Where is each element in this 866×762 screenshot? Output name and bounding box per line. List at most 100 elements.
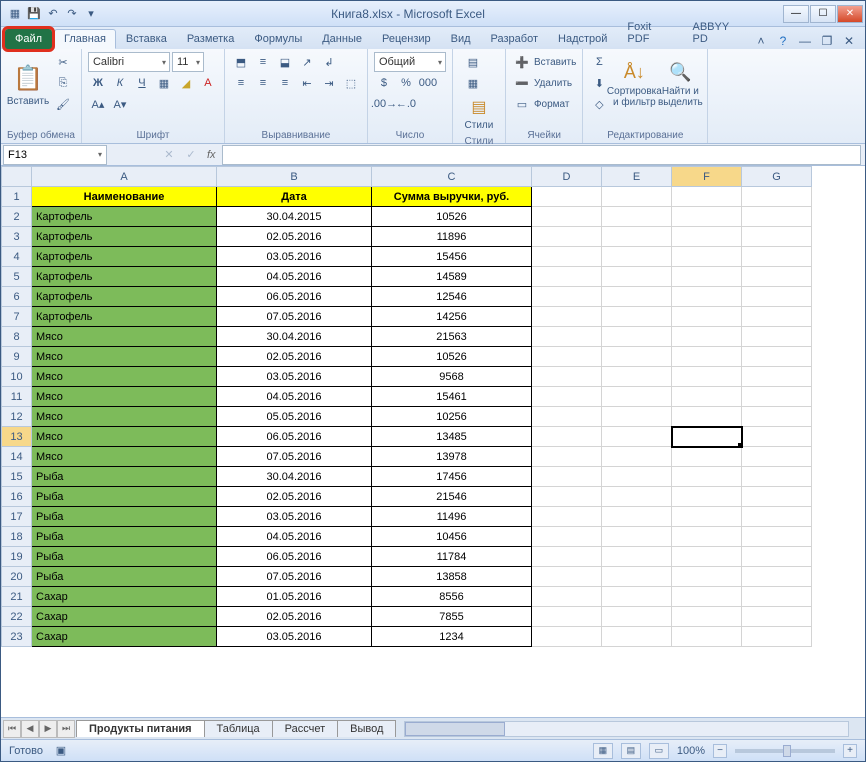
- cell[interactable]: [742, 287, 812, 307]
- cell[interactable]: 11896: [372, 227, 532, 247]
- cell[interactable]: [672, 487, 742, 507]
- row-header[interactable]: 2: [2, 207, 32, 227]
- cell[interactable]: Картофель: [32, 227, 217, 247]
- cell[interactable]: 12546: [372, 287, 532, 307]
- row-header[interactable]: 9: [2, 347, 32, 367]
- cell[interactable]: [742, 387, 812, 407]
- row-header[interactable]: 3: [2, 227, 32, 247]
- cell[interactable]: [532, 587, 602, 607]
- cell[interactable]: [672, 587, 742, 607]
- tab-review[interactable]: Рецензир: [372, 29, 441, 49]
- tab-layout[interactable]: Разметка: [177, 29, 245, 49]
- zoom-slider[interactable]: [735, 749, 835, 753]
- align-center-icon[interactable]: ≡: [253, 73, 273, 93]
- tab-foxit[interactable]: Foxit PDF: [617, 17, 682, 49]
- group-font[interactable]: Шрифт: [88, 128, 218, 141]
- cell[interactable]: [672, 287, 742, 307]
- insert-cells-label[interactable]: Вставить: [534, 57, 576, 68]
- cell[interactable]: [672, 387, 742, 407]
- cell[interactable]: [532, 307, 602, 327]
- cell[interactable]: 10526: [372, 207, 532, 227]
- mdi-close-icon[interactable]: ✕: [841, 33, 857, 49]
- underline-icon[interactable]: Ч: [132, 73, 152, 93]
- cell[interactable]: 7855: [372, 607, 532, 627]
- cell[interactable]: 30.04.2016: [217, 327, 372, 347]
- group-align[interactable]: Выравнивание: [231, 128, 361, 141]
- cell[interactable]: [672, 267, 742, 287]
- font-size-combo[interactable]: 11: [172, 52, 204, 72]
- group-number[interactable]: Число: [374, 128, 446, 141]
- cell[interactable]: [672, 447, 742, 467]
- cell[interactable]: Рыба: [32, 487, 217, 507]
- wrap-text-icon[interactable]: ↲: [319, 52, 339, 72]
- cell[interactable]: [672, 207, 742, 227]
- ribbon-min-icon[interactable]: ˄: [753, 33, 769, 49]
- nav-first-icon[interactable]: ⏮: [3, 720, 21, 738]
- maximize-button[interactable]: ☐: [810, 5, 836, 23]
- cell[interactable]: [602, 547, 672, 567]
- cell[interactable]: Мясо: [32, 367, 217, 387]
- format-cells-icon[interactable]: ▭: [512, 94, 532, 114]
- cell[interactable]: [742, 247, 812, 267]
- cell[interactable]: 1234: [372, 627, 532, 647]
- sheet-tab-3[interactable]: Рассчет: [272, 720, 339, 737]
- qat-more-icon[interactable]: ▾: [83, 6, 99, 22]
- indent-inc-icon[interactable]: ⇥: [319, 73, 339, 93]
- cell[interactable]: 21546: [372, 487, 532, 507]
- cell[interactable]: 06.05.2016: [217, 287, 372, 307]
- cell[interactable]: [672, 507, 742, 527]
- row-header[interactable]: 8: [2, 327, 32, 347]
- cell[interactable]: [742, 627, 812, 647]
- cell[interactable]: Картофель: [32, 247, 217, 267]
- cell[interactable]: [672, 467, 742, 487]
- col-b[interactable]: B: [217, 167, 372, 187]
- cell[interactable]: [602, 227, 672, 247]
- row-header[interactable]: 12: [2, 407, 32, 427]
- cell[interactable]: 06.05.2016: [217, 427, 372, 447]
- cell[interactable]: [602, 407, 672, 427]
- italic-icon[interactable]: К: [110, 73, 130, 93]
- cell[interactable]: 13978: [372, 447, 532, 467]
- cell[interactable]: [532, 347, 602, 367]
- align-middle-icon[interactable]: ≡: [253, 52, 273, 72]
- cell[interactable]: [602, 307, 672, 327]
- cell[interactable]: 11496: [372, 507, 532, 527]
- cell[interactable]: [742, 607, 812, 627]
- cell[interactable]: [602, 327, 672, 347]
- cell[interactable]: 15456: [372, 247, 532, 267]
- cell[interactable]: 30.04.2015: [217, 207, 372, 227]
- cell[interactable]: Рыба: [32, 467, 217, 487]
- cell[interactable]: Картофель: [32, 207, 217, 227]
- cell[interactable]: [742, 527, 812, 547]
- font-color-icon[interactable]: A: [198, 73, 218, 93]
- cell[interactable]: 15461: [372, 387, 532, 407]
- cell[interactable]: 02.05.2016: [217, 607, 372, 627]
- cell[interactable]: [742, 327, 812, 347]
- cell[interactable]: Сахар: [32, 587, 217, 607]
- zoom-level[interactable]: 100%: [677, 745, 705, 757]
- cell[interactable]: Мясо: [32, 407, 217, 427]
- dec-decimal-icon[interactable]: ←.0: [396, 94, 416, 114]
- sheet-tab-1[interactable]: Продукты питания: [76, 720, 205, 737]
- redo-icon[interactable]: ↷: [64, 6, 80, 22]
- cell[interactable]: [742, 467, 812, 487]
- autosum-icon[interactable]: Σ: [589, 52, 609, 72]
- cell[interactable]: 30.04.2016: [217, 467, 372, 487]
- row-header[interactable]: 7: [2, 307, 32, 327]
- cell[interactable]: [602, 567, 672, 587]
- cell[interactable]: [532, 467, 602, 487]
- row-header[interactable]: 21: [2, 587, 32, 607]
- formula-input[interactable]: [222, 145, 861, 165]
- align-right-icon[interactable]: ≡: [275, 73, 295, 93]
- fx-label[interactable]: fx: [203, 149, 220, 161]
- cell[interactable]: [742, 267, 812, 287]
- cell[interactable]: [602, 367, 672, 387]
- cell[interactable]: 03.05.2016: [217, 247, 372, 267]
- format-cells-label[interactable]: Формат: [534, 99, 570, 110]
- name-box[interactable]: F13: [3, 145, 107, 165]
- horizontal-scrollbar[interactable]: [404, 721, 849, 737]
- bold-icon[interactable]: Ж: [88, 73, 108, 93]
- sort-filter-button[interactable]: Å↓ Сортировка и фильтр: [613, 52, 655, 118]
- orientation-icon[interactable]: ↗: [297, 52, 317, 72]
- group-editing[interactable]: Редактирование: [589, 128, 701, 141]
